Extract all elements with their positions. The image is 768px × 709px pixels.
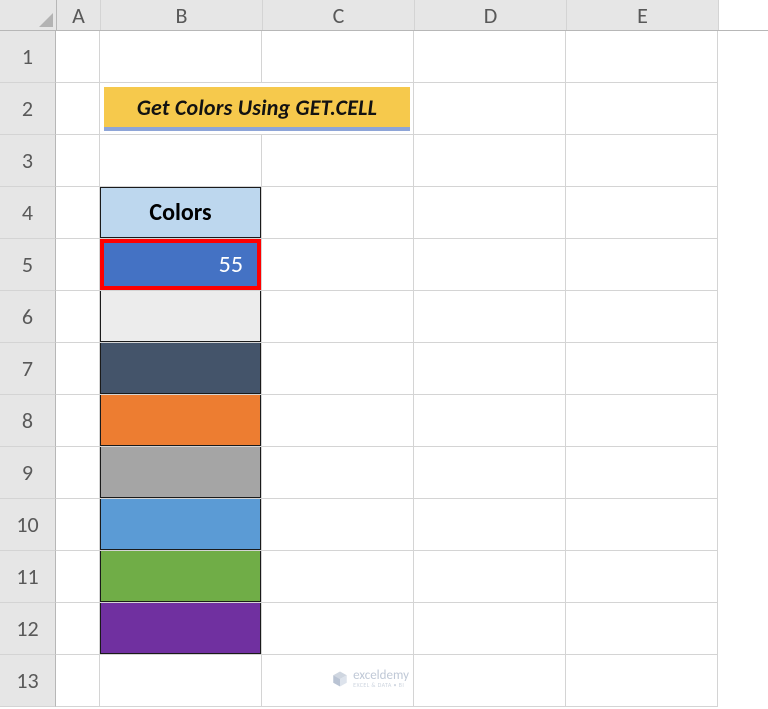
cell-b11[interactable] (100, 551, 262, 603)
cell-e13[interactable] (566, 655, 718, 707)
row-header-13[interactable]: 13 (0, 655, 56, 707)
cell-b10[interactable] (100, 499, 262, 551)
cell-e11[interactable] (566, 551, 718, 603)
cell-b6[interactable] (100, 291, 262, 343)
selection-outline: 55 (100, 239, 261, 290)
cell-c13[interactable]: exceldemy EXCEL & DATA • BI (262, 655, 414, 707)
cell-d2[interactable] (414, 83, 566, 135)
cell-a7[interactable] (56, 343, 100, 395)
swatch-green (100, 551, 261, 602)
row-header-7[interactable]: 7 (0, 343, 56, 395)
cell-d12[interactable] (414, 603, 566, 655)
cell-d4[interactable] (414, 187, 566, 239)
cell-c9[interactable] (262, 447, 414, 499)
cell-c7[interactable] (262, 343, 414, 395)
col-header-e[interactable]: E (567, 0, 719, 30)
cell-d8[interactable] (414, 395, 566, 447)
swatch-gray (100, 447, 261, 498)
row-header-3[interactable]: 3 (0, 135, 56, 187)
cell-b1[interactable] (100, 31, 262, 83)
column-header-row: A B C D E (0, 0, 768, 31)
cell-e5[interactable] (566, 239, 718, 291)
cell-a9[interactable] (56, 447, 100, 499)
select-all-triangle[interactable] (0, 0, 57, 30)
cell-b4[interactable]: Colors (100, 187, 262, 239)
row-header-2[interactable]: 2 (0, 83, 56, 135)
cell-d1[interactable] (414, 31, 566, 83)
cell-c10[interactable] (262, 499, 414, 551)
cell-e3[interactable] (566, 135, 718, 187)
cell-a1[interactable] (56, 31, 100, 83)
watermark: exceldemy EXCEL & DATA • BI (331, 669, 409, 688)
swatch-lgray (100, 291, 261, 342)
cell-a13[interactable] (56, 655, 100, 707)
swatch-orange (100, 395, 261, 446)
cell-e10[interactable] (566, 499, 718, 551)
row-header-4[interactable]: 4 (0, 187, 56, 239)
cell-b5-value: 55 (219, 250, 243, 279)
cell-a2[interactable] (56, 83, 100, 135)
cell-c5[interactable] (262, 239, 414, 291)
row-header-1[interactable]: 1 (0, 31, 56, 83)
cell-a8[interactable] (56, 395, 100, 447)
cell-d9[interactable] (414, 447, 566, 499)
cell-e8[interactable] (566, 395, 718, 447)
cell-a5[interactable] (56, 239, 100, 291)
cell-d5[interactable] (414, 239, 566, 291)
cell-d3[interactable] (414, 135, 566, 187)
cube-icon (331, 670, 349, 688)
cell-c1[interactable] (262, 31, 414, 83)
cell-e4[interactable] (566, 187, 718, 239)
cell-c12[interactable] (262, 603, 414, 655)
swatch-navy (100, 343, 261, 394)
cell-a3[interactable] (56, 135, 100, 187)
swatch-skyblue (100, 499, 261, 550)
cell-a6[interactable] (56, 291, 100, 343)
col-header-d[interactable]: D (415, 0, 567, 30)
cell-e2[interactable] (566, 83, 718, 135)
row-header-5[interactable]: 5 (0, 239, 56, 291)
cell-c3[interactable] (262, 135, 414, 187)
cell-a12[interactable] (56, 603, 100, 655)
cell-b2[interactable]: Get Colors Using GET.CELL (100, 83, 262, 135)
col-header-c[interactable]: C (263, 0, 415, 30)
cell-c8[interactable] (262, 395, 414, 447)
select-all-icon (38, 12, 54, 28)
cell-c6[interactable] (262, 291, 414, 343)
cell-d13[interactable] (414, 655, 566, 707)
cell-b8[interactable] (100, 395, 262, 447)
cell-e12[interactable] (566, 603, 718, 655)
cell-a10[interactable] (56, 499, 100, 551)
cell-e7[interactable] (566, 343, 718, 395)
cell-d6[interactable] (414, 291, 566, 343)
cell-b5[interactable]: 55 (100, 239, 262, 291)
row-header-8[interactable]: 8 (0, 395, 56, 447)
row-header-6[interactable]: 6 (0, 291, 56, 343)
cell-c4[interactable] (262, 187, 414, 239)
col-header-b[interactable]: B (101, 0, 263, 30)
row-header-10[interactable]: 10 (0, 499, 56, 551)
cell-e9[interactable] (566, 447, 718, 499)
cell-b3[interactable] (100, 135, 262, 187)
cell-d7[interactable] (414, 343, 566, 395)
cell-c11[interactable] (262, 551, 414, 603)
cell-b12[interactable] (100, 603, 262, 655)
swatch-purple (100, 603, 261, 654)
cell-d10[interactable] (414, 499, 566, 551)
cell-e6[interactable] (566, 291, 718, 343)
cell-a11[interactable] (56, 551, 100, 603)
cell-a4[interactable] (56, 187, 100, 239)
row-header-11[interactable]: 11 (0, 551, 56, 603)
row-header-9[interactable]: 9 (0, 447, 56, 499)
col-header-a[interactable]: A (57, 0, 101, 30)
row-header-12[interactable]: 12 (0, 603, 56, 655)
cell-b7[interactable] (100, 343, 262, 395)
table-header-colors: Colors (100, 187, 261, 238)
cell-b9[interactable] (100, 447, 262, 499)
watermark-tagline: EXCEL & DATA • BI (353, 682, 409, 688)
cell-d11[interactable] (414, 551, 566, 603)
cell-c2[interactable] (262, 83, 414, 135)
cell-b13[interactable] (100, 655, 262, 707)
cell-e1[interactable] (566, 31, 718, 83)
